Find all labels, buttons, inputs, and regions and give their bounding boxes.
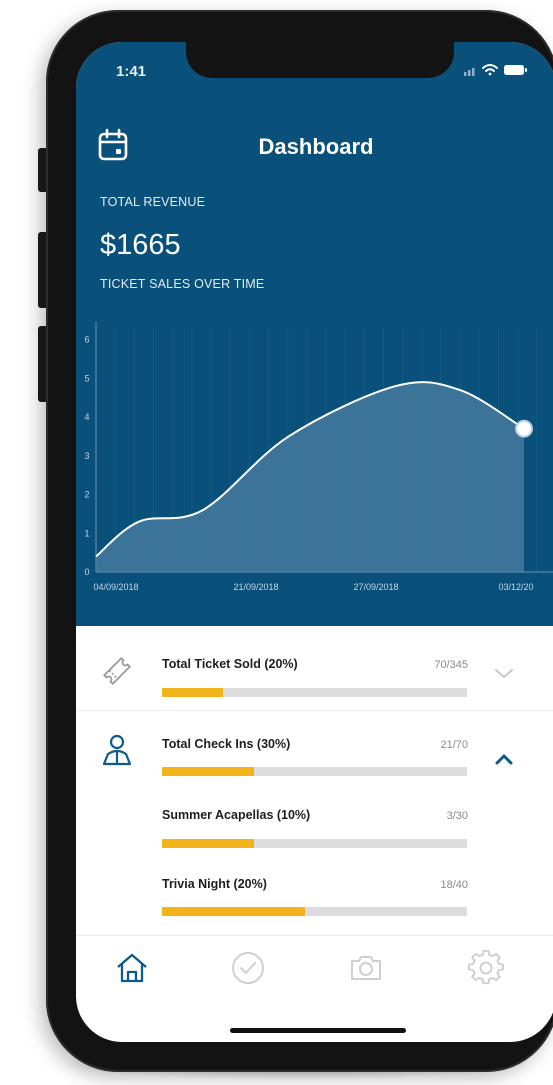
tab-check-ins[interactable] bbox=[226, 946, 270, 990]
phone-notch bbox=[186, 42, 454, 78]
progress-track bbox=[162, 839, 467, 848]
ticket-sales-chart: 0 1 2 3 4 5 6 04/09/2018 21/09/2018 27/09/2018 03… bbox=[84, 322, 553, 592]
progress-fill bbox=[162, 839, 254, 848]
user-icon bbox=[102, 734, 132, 766]
chart-y-tick-label: 2 bbox=[84, 490, 89, 500]
chart-y-tick-label: 0 bbox=[84, 567, 89, 577]
dashboard-header-panel: 1:41 Dashboard TOTAL REVENUE $1665 TICKE… bbox=[76, 42, 553, 626]
progress-fill bbox=[162, 688, 223, 697]
sub-stat-title: Trivia Night (20%) bbox=[162, 877, 267, 891]
status-time: 1:41 bbox=[116, 63, 147, 80]
chart-x-tick-label: 21/09/2018 bbox=[233, 582, 278, 592]
sub-stat-count: 18/40 bbox=[440, 879, 468, 891]
chart-y-ticks: 0 1 2 3 4 5 6 bbox=[84, 335, 89, 577]
tab-camera[interactable] bbox=[344, 946, 388, 990]
page-title: Dashboard bbox=[258, 134, 374, 159]
sub-stat-trivia-night[interactable]: Trivia Night (20%) 18/40 bbox=[76, 863, 553, 933]
progress-fill bbox=[162, 907, 306, 916]
sub-stat-summer-acapellas[interactable]: Summer Acapellas (10%) 3/30 bbox=[76, 793, 553, 863]
phone-screen: 1:41 Dashboard TOTAL REVENUE $1665 TICKE… bbox=[76, 42, 553, 1042]
stat-row-tickets-sold[interactable]: Total Ticket Sold (20%) 70/345 bbox=[76, 626, 553, 710]
chart-x-tick-label: 27/09/2018 bbox=[353, 582, 398, 592]
chart-point-highlight[interactable] bbox=[515, 419, 533, 438]
chart-y-tick-label: 4 bbox=[84, 412, 89, 422]
gear-icon bbox=[468, 950, 504, 985]
stat-count: 70/345 bbox=[434, 659, 468, 671]
tab-home[interactable] bbox=[110, 946, 154, 990]
page: 1:41 Dashboard TOTAL REVENUE $1665 TICKE… bbox=[0, 0, 553, 1085]
chart-y-tick-label: 6 bbox=[84, 335, 89, 345]
chart-x-ticks: 04/09/2018 21/09/2018 27/09/2018 03/12/20 bbox=[93, 582, 533, 592]
progress-track bbox=[162, 907, 467, 916]
ticket-icon bbox=[102, 656, 132, 686]
stat-row-check-ins[interactable]: Total Check Ins (30%) 21/70 bbox=[76, 711, 553, 793]
ticket-sales-label: TICKET SALES OVER TIME bbox=[100, 277, 265, 291]
chart-y-tick-label: 1 bbox=[84, 528, 89, 538]
chart-y-tick-label: 3 bbox=[84, 451, 89, 461]
chart-y-tick-label: 5 bbox=[84, 373, 89, 383]
sub-stat-count: 3/30 bbox=[446, 810, 468, 822]
total-revenue-value: $1665 bbox=[100, 229, 181, 261]
wifi-icon bbox=[482, 64, 498, 76]
progress-fill bbox=[162, 767, 254, 776]
total-revenue-label: TOTAL REVENUE bbox=[100, 195, 206, 209]
signal-icon bbox=[464, 68, 475, 76]
battery-icon bbox=[504, 65, 527, 75]
divider bbox=[76, 935, 553, 936]
chart-x-tick-label: 03/12/20 bbox=[498, 582, 533, 592]
tab-bar bbox=[76, 946, 553, 1006]
sub-stat-title: Summer Acapellas (10%) bbox=[162, 808, 311, 822]
chart-x-tick-label: 04/09/2018 bbox=[93, 582, 138, 592]
home-icon bbox=[117, 953, 147, 983]
stat-title: Total Ticket Sold (20%) bbox=[162, 657, 298, 671]
camera-icon bbox=[351, 956, 381, 980]
stat-title: Total Check Ins (30%) bbox=[162, 737, 291, 751]
chart-points bbox=[515, 419, 533, 438]
progress-track bbox=[162, 688, 467, 697]
tab-settings[interactable] bbox=[464, 946, 508, 990]
progress-track bbox=[162, 767, 467, 776]
chart-area-fill bbox=[96, 382, 524, 572]
check-circle-icon bbox=[232, 952, 264, 984]
stat-count: 21/70 bbox=[440, 739, 468, 751]
home-indicator[interactable] bbox=[230, 1028, 406, 1033]
calendar-icon[interactable] bbox=[98, 128, 128, 162]
chevron-up-icon[interactable] bbox=[492, 747, 516, 771]
chevron-down-icon[interactable] bbox=[492, 662, 516, 686]
status-icons bbox=[464, 64, 527, 76]
